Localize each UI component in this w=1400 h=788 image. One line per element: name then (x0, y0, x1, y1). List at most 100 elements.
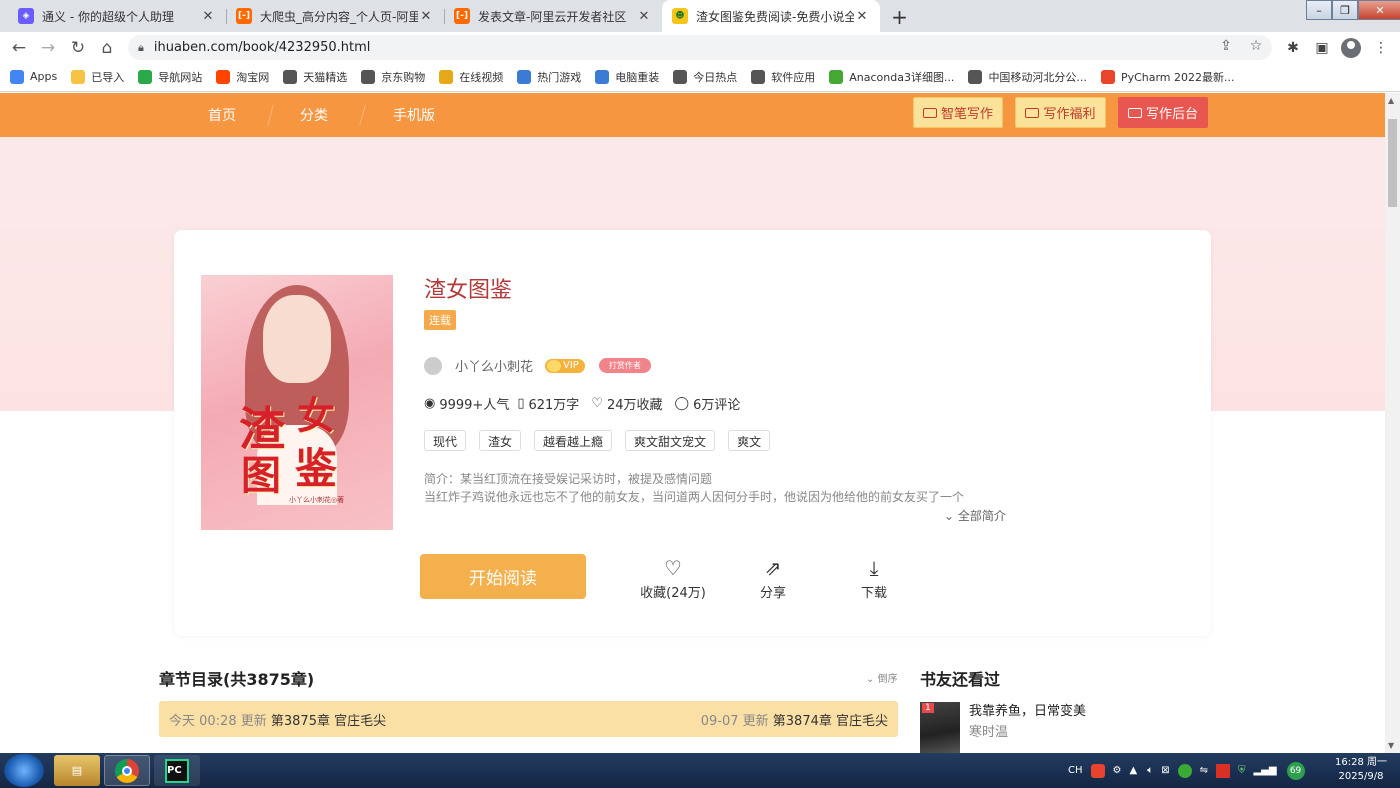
latest-chapter-left[interactable]: 今天 00:28 更新 第3875章 官庄毛尖 (169, 710, 386, 729)
writing-benefits-button[interactable]: 写作福利 (1015, 97, 1106, 128)
extensions-puzzle-icon[interactable]: ✱ (1282, 37, 1304, 59)
shield-icon[interactable]: ⛨ (1238, 765, 1246, 776)
chapter-title: 第3874章 官庄毛尖 (772, 713, 888, 729)
reward-author-button[interactable]: 打赏作者 (598, 358, 651, 373)
tab-title: 通义 - 你的超级个人助理 (42, 9, 174, 24)
popularity-value: 9999+人气 (439, 398, 510, 413)
browser-tab-active[interactable]: ☻ 渣女图鉴免费阅读-免费小说全文 ✕ (662, 0, 880, 32)
nav-home[interactable]: 首页 (208, 105, 236, 125)
eye-icon: ◉ (424, 396, 436, 411)
security-tray-icon[interactable] (1215, 763, 1230, 778)
taskbar-clock[interactable]: 16:28 周一 2025/9/8 (1330, 756, 1392, 784)
close-tab-icon[interactable]: ✕ (200, 9, 216, 24)
forward-arrow-icon[interactable]: → (37, 37, 59, 59)
tag[interactable]: 爽文 (728, 430, 771, 451)
bookmark-item[interactable]: 软件应用 (751, 69, 815, 85)
globe-icon (283, 69, 298, 84)
latest-chapter-right[interactable]: 09-07 更新 第3874章 官庄毛尖 (701, 710, 888, 729)
app-tray-icon[interactable] (1177, 763, 1192, 778)
close-tab-icon[interactable]: ✕ (636, 9, 652, 24)
favorite-button[interactable]: ♡ 收藏(24万) (638, 556, 708, 601)
download-button[interactable]: ⤓ 下载 (839, 556, 909, 601)
bookmark-label: Anaconda3详细图... (849, 70, 955, 84)
start-reading-button[interactable]: 开始阅读 (420, 554, 586, 599)
sogou-icon[interactable] (1090, 763, 1105, 778)
start-button[interactable] (4, 754, 44, 787)
page-scrollbar[interactable]: ▲ ▼ (1385, 93, 1400, 753)
book-title: 渣女图鉴 (424, 278, 513, 303)
volume-icon[interactable]: 🔈︎ (1147, 765, 1153, 776)
bookmark-item[interactable]: 京东购物 (361, 69, 425, 85)
recommend-book-title[interactable]: 我靠养鱼，日常变美 (969, 700, 1086, 719)
close-tab-icon[interactable]: ✕ (854, 9, 870, 24)
bookmark-item[interactable]: 淘宝网 (216, 69, 269, 85)
reverse-order-toggle[interactable]: ⌄ 倒序 (866, 670, 898, 685)
pycharm-icon[interactable]: PC (154, 755, 200, 786)
tag-list: 现代 渣女 越看越上瘾 爽文甜文宠文 爽文 (424, 430, 783, 451)
settings-tray-icon[interactable]: ⚙ (1113, 765, 1122, 776)
back-arrow-icon[interactable]: ← (8, 37, 30, 59)
link-tray-icon[interactable]: ⇋ (1200, 765, 1208, 776)
bookmark-item[interactable]: 中国移动河北分公... (968, 69, 1087, 85)
bookmark-item[interactable]: 在线视频 (439, 69, 503, 85)
bookmark-item[interactable]: 已导入 (71, 69, 124, 85)
bookmark-item[interactable]: 导航网站 (138, 69, 202, 85)
scroll-down-icon[interactable]: ▼ (1388, 741, 1394, 750)
nav-mobile[interactable]: 手机版 (393, 105, 435, 125)
side-panel-icon[interactable]: ▣ (1311, 37, 1333, 59)
smart-writing-button[interactable]: 智笔写作 (913, 97, 1003, 128)
browser-tab[interactable]: ◈ 通义 - 你的超级个人助理 ✕ (8, 0, 226, 32)
share-button[interactable]: ⇗ 分享 (738, 556, 808, 601)
browser-tab[interactable]: [-] 大爬虫_高分内容_个人页-阿里云 ✕ (226, 0, 444, 32)
nav-category[interactable]: 分类 (300, 105, 328, 125)
minimize-icon[interactable]: – (1306, 0, 1332, 20)
tag[interactable]: 现代 (424, 430, 467, 451)
sort-icon: ⌄ (866, 674, 875, 685)
bookmark-item[interactable]: 电脑重装 (595, 69, 659, 85)
tray-badge[interactable]: 69 (1286, 761, 1305, 780)
scroll-thumb[interactable] (1388, 119, 1397, 207)
address-bar[interactable]: 🔒︎ ihuaben.com/book/4232950.html (128, 35, 1272, 60)
network-status-icon[interactable]: ⊠ (1161, 765, 1169, 776)
lock-icon[interactable]: 🔒︎ (138, 41, 144, 55)
scroll-up-icon[interactable]: ▲ (1388, 96, 1394, 105)
bookmark-item[interactable]: 今日热点 (673, 69, 737, 85)
writing-backend-button[interactable]: 写作后台 (1118, 97, 1208, 128)
tag[interactable]: 越看越上瘾 (534, 430, 613, 451)
close-tab-icon[interactable]: ✕ (418, 9, 434, 24)
browser-tab[interactable]: [-] 发表文章-阿里云开发者社区 ✕ (444, 0, 662, 32)
file-explorer-icon[interactable]: ▤ (54, 755, 100, 786)
close-window-icon[interactable]: ✕ (1358, 0, 1400, 20)
maximize-icon[interactable]: ❐ (1332, 0, 1358, 20)
share-page-icon[interactable]: ⇪ (1216, 36, 1236, 56)
reload-icon[interactable]: ↻ (67, 37, 89, 59)
tag[interactable]: 渣女 (479, 430, 522, 451)
bookmark-item[interactable]: PyCharm 2022最新... (1100, 69, 1235, 85)
comments-value: 6万评论 (693, 398, 741, 413)
book-stats: ◉ 9999+人气 ▯ 621万字 ♡ 24万收藏 ◯ 6万评论 (424, 394, 752, 413)
bookmark-item[interactable]: Apps (10, 69, 57, 84)
profile-avatar-icon[interactable] (1341, 38, 1361, 58)
book-intro: 简介：某当红顶流在接受娱记采访时，被提及感情问题 当红炸子鸡说他永远也忘不了他的… (424, 470, 1014, 506)
globe-icon (673, 69, 688, 84)
ime-indicator[interactable]: CH (1068, 765, 1083, 776)
tray-expand-icon[interactable]: ▲ (1129, 765, 1137, 776)
status-badge: 连载 (424, 310, 456, 330)
signal-icon[interactable]: ▂▄▆ (1253, 765, 1276, 776)
menu-kebab-icon[interactable]: ⋮ (1370, 37, 1392, 59)
home-icon[interactable]: ⌂ (96, 37, 118, 59)
author-name[interactable]: 小丫么小刺花 (455, 356, 533, 375)
author-avatar[interactable] (424, 356, 442, 375)
tag[interactable]: 爽文甜文宠文 (625, 430, 716, 451)
bookmark-star-icon[interactable]: ☆ (1246, 36, 1266, 56)
bookmark-item[interactable]: 热门游戏 (517, 69, 581, 85)
new-tab-icon[interactable]: + (886, 3, 913, 30)
bookmark-item[interactable]: 天猫精选 (283, 69, 347, 85)
bookmark-item[interactable]: Anaconda3详细图... (829, 69, 954, 85)
book-cover[interactable]: 渣 女 图 鉴 小丫么小刺花◎著 (201, 275, 393, 530)
expand-intro-link[interactable]: ⌄ 全部简介 (944, 507, 1006, 524)
browser-tab-strip: ◈ 通义 - 你的超级个人助理 ✕ [-] 大爬虫_高分内容_个人页-阿里云 ✕… (0, 0, 1400, 32)
share-label: 分享 (759, 586, 786, 601)
anaconda-icon (829, 69, 844, 84)
chrome-icon[interactable] (104, 755, 150, 786)
